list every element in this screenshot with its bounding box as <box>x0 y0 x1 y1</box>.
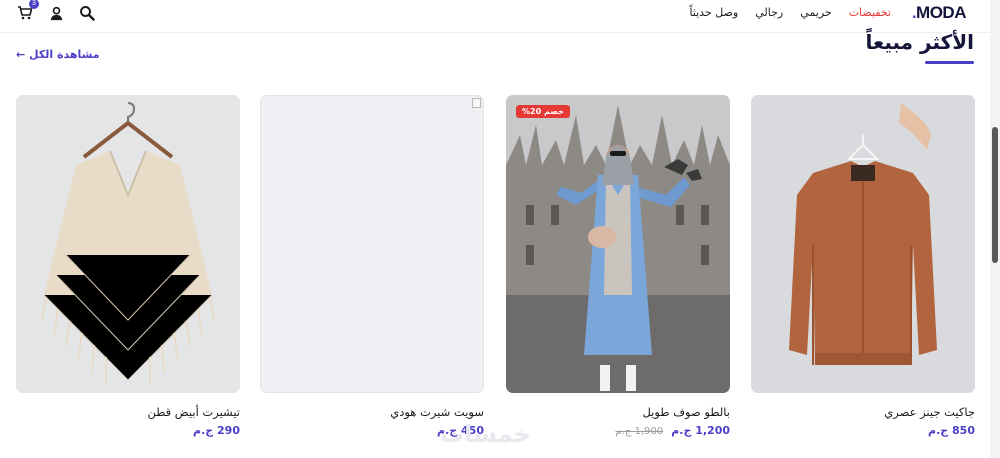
search-icon <box>80 6 95 21</box>
nav-men[interactable]: رجالي <box>755 6 783 19</box>
account-button[interactable] <box>47 4 65 22</box>
product-price: 290 ج.م <box>16 424 240 437</box>
product-name[interactable]: سويت شيرت هودي <box>260 405 484 419</box>
cart-button[interactable]: 3 <box>16 0 39 22</box>
coat-photo <box>506 95 730 393</box>
product-image[interactable]: خصم 20% <box>506 95 730 393</box>
broken-image-icon <box>472 98 481 108</box>
logo-text: MODA <box>916 3 966 22</box>
product-card-jacket[interactable]: جاكيت جينز عصري 850 ج.م <box>751 95 975 437</box>
logo[interactable]: .MODA <box>912 3 967 23</box>
search-button[interactable] <box>78 4 96 22</box>
scrollbar-thumb[interactable] <box>992 127 998 263</box>
view-all-link[interactable]: مشاهدة الكل ← <box>16 48 100 61</box>
current-price: 850 ج.م <box>928 424 975 437</box>
product-image[interactable] <box>260 95 484 393</box>
tshirt-photo <box>16 95 240 393</box>
product-name[interactable]: تيشيرت أبيض قطن <box>16 405 240 419</box>
product-image[interactable] <box>16 95 240 393</box>
product-card-coat[interactable]: خصم 20% بالطو صوف طويل 1,200 ج.م 1,900 ج.… <box>506 95 730 437</box>
product-name[interactable]: جاكيت جينز عصري <box>751 405 975 419</box>
main-nav: وصل حديثاً رجالي حريمي تخفيضات <box>689 6 891 19</box>
page-scrollbar[interactable] <box>990 0 1000 458</box>
product-image[interactable] <box>751 95 975 393</box>
product-card-tshirt[interactable]: تيشيرت أبيض قطن 290 ج.م <box>16 95 240 437</box>
nav-women[interactable]: حريمي <box>800 6 831 19</box>
discount-badge: خصم 20% <box>516 105 570 118</box>
product-price: 850 ج.م <box>751 424 975 437</box>
old-price: 1,900 ج.م <box>615 426 664 437</box>
product-card-hoodie[interactable]: سويت شيرت هودي 450 ج.م <box>260 95 484 437</box>
watermark: خمسات <box>440 420 531 448</box>
cart-count-badge: 3 <box>29 0 39 9</box>
section-title: الأكثر مبيعاً <box>865 30 974 54</box>
site-header: .MODA وصل حديثاً رجالي حريمي تخفيضات 3 <box>0 0 990 33</box>
products-grid: جاكيت جينز عصري 850 ج.م خصم 20% بالطو صو… <box>16 95 975 440</box>
title-underline <box>925 61 974 64</box>
jacket-photo <box>751 95 975 393</box>
user-icon <box>50 6 62 20</box>
header-icons: 3 <box>16 0 96 22</box>
current-price: 290 ج.م <box>193 424 240 437</box>
product-price: 1,200 ج.م 1,900 ج.م <box>506 424 730 437</box>
product-name[interactable]: بالطو صوف طويل <box>506 405 730 419</box>
nav-sale[interactable]: تخفيضات <box>849 6 891 19</box>
current-price: 1,200 ج.م <box>671 424 730 437</box>
nav-new-arrivals[interactable]: وصل حديثاً <box>689 6 738 19</box>
